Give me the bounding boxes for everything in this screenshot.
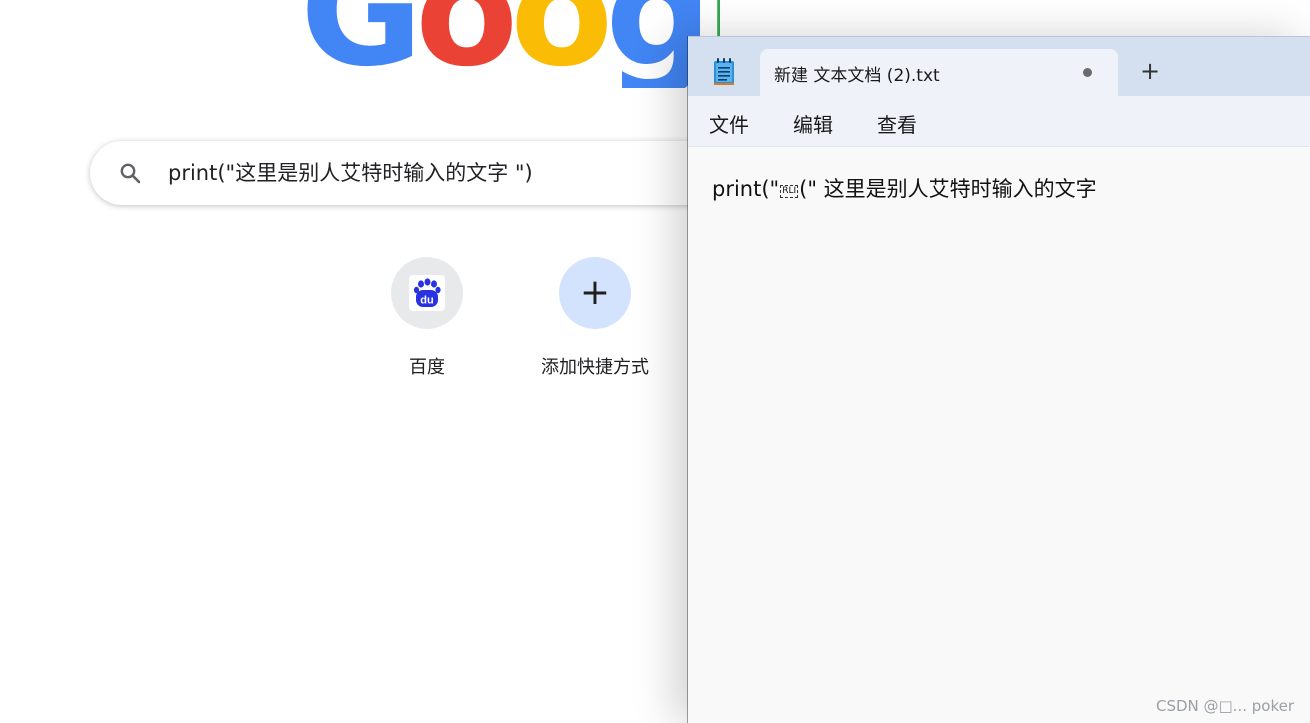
new-tab-button[interactable]: + [1140, 59, 1160, 83]
editor-text-end: (" 这里是别人艾特时输入的文字 [799, 177, 1097, 201]
shortcut-add[interactable]: + 添加快捷方式 [525, 257, 665, 379]
notepad-window: 新建 文本文档 (2).txt + 文件 编辑 查看 print(" RLI (" … [688, 36, 1310, 723]
shortcut-baidu[interactable]: du 百度 [357, 257, 497, 379]
notepad-tab-title: 新建 文本文档 (2).txt [774, 66, 940, 86]
notepad-tab-bar: 新建 文本文档 (2).txt + [688, 37, 1310, 97]
editor-content[interactable]: print(" RLI (" 这里是别人艾特时输入的文字 [712, 173, 1097, 203]
menu-file[interactable]: 文件 [709, 109, 749, 138]
rli-control-char-icon: RLI [780, 185, 799, 198]
google-logo: Google [300, 0, 720, 88]
watermark: CSDN @□... poker [1155, 697, 1294, 715]
notepad-icon [714, 58, 734, 85]
plus-icon: + [579, 272, 611, 313]
editor-text-start: print(" [712, 177, 780, 201]
google-logo-letter: o [415, 0, 518, 88]
baidu-icon-text: du [420, 295, 433, 307]
baidu-paw-icon: du [409, 275, 445, 311]
shortcut-baidu-label: 百度 [409, 357, 445, 378]
unsaved-dot-icon[interactable] [1083, 68, 1092, 77]
google-logo-letter: G [300, 0, 423, 88]
search-input[interactable]: print("这里是别人艾特时输入的文字 ") [168, 157, 728, 189]
notepad-tab-active[interactable]: 新建 文本文档 (2).txt [760, 49, 1118, 97]
notepad-menu-bar: 文件 编辑 查看 [688, 96, 1310, 147]
search-box[interactable]: print("这里是别人艾特时输入的文字 ") [90, 141, 770, 205]
menu-view[interactable]: 查看 [877, 109, 917, 138]
add-shortcut-button[interactable]: + [559, 257, 631, 329]
add-shortcut-label: 添加快捷方式 [541, 357, 649, 378]
shortcut-baidu-tile[interactable]: du [391, 257, 463, 329]
menu-edit[interactable]: 编辑 [793, 109, 833, 138]
search-icon [120, 163, 141, 184]
google-logo-letter: o [510, 0, 613, 88]
notepad-editor[interactable]: print(" RLI (" 这里是别人艾特时输入的文字 [688, 147, 1310, 723]
